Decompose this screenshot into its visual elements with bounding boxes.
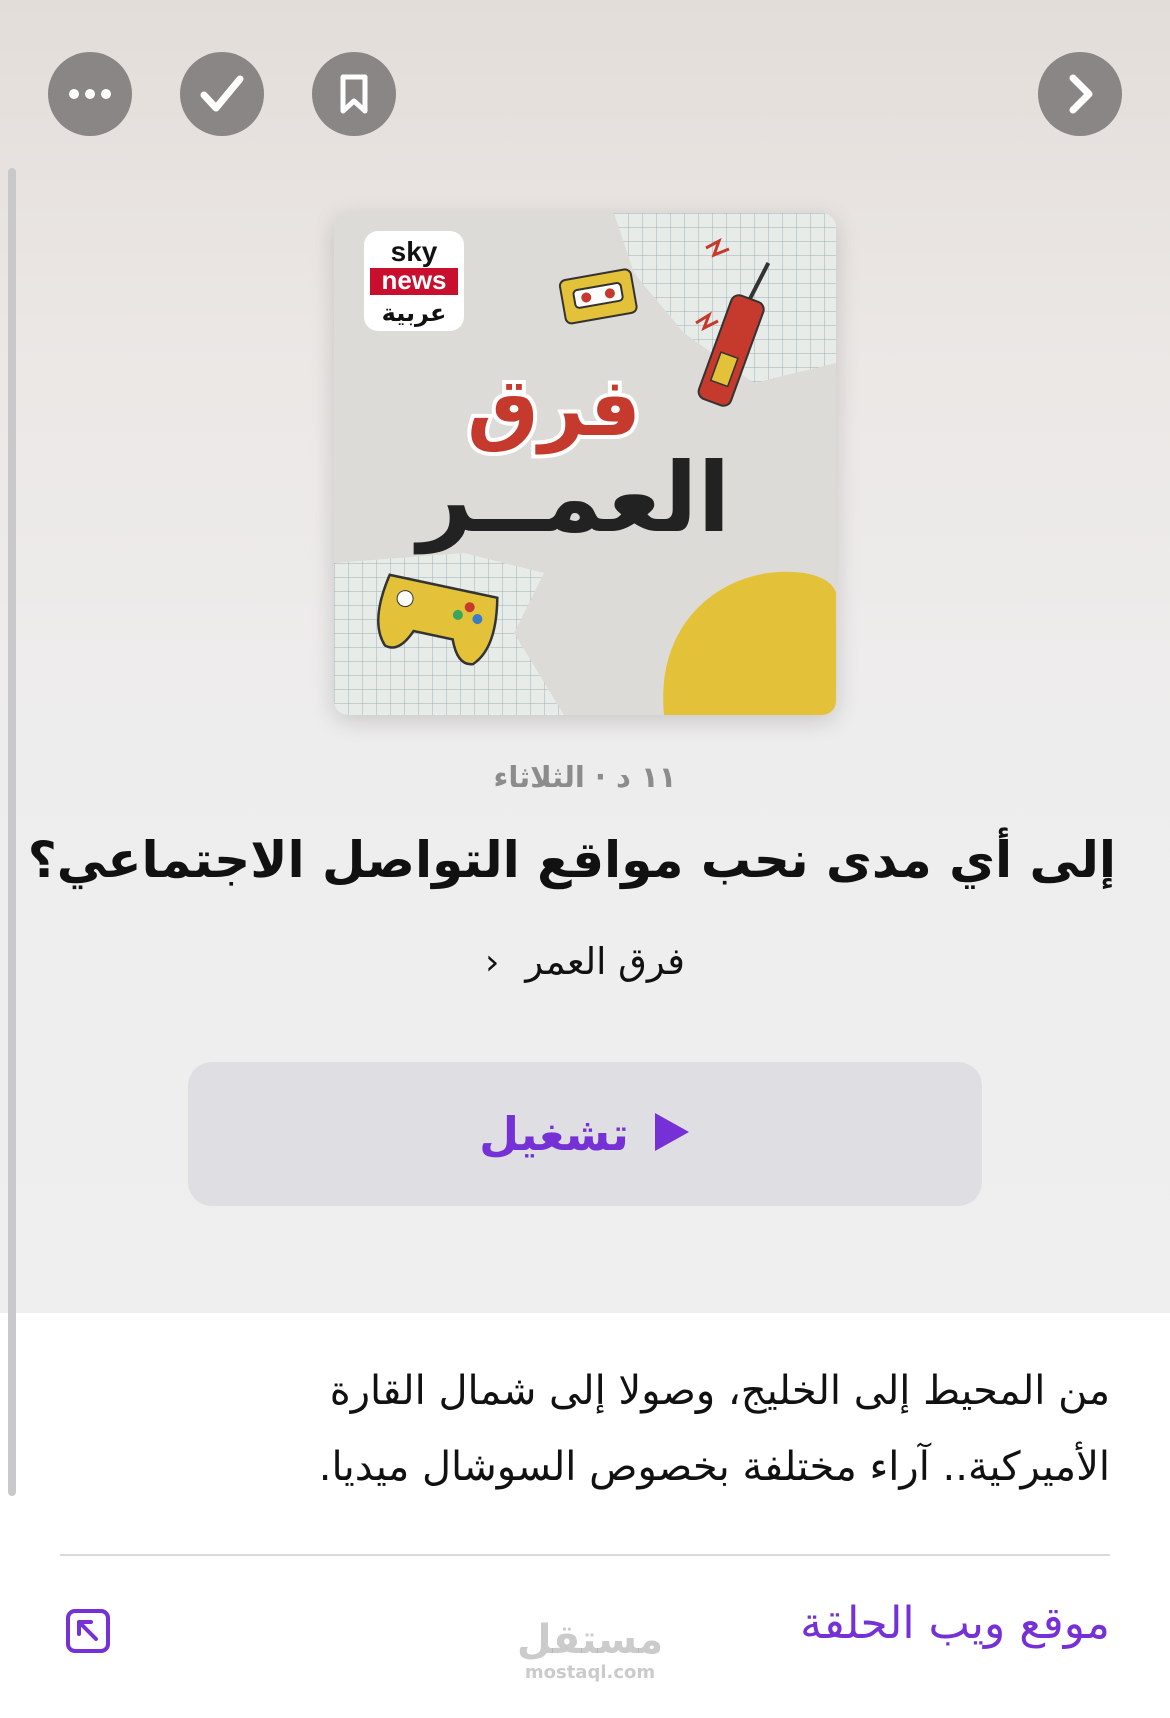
svg-text:news: news xyxy=(381,265,446,295)
ellipsis-icon xyxy=(66,87,114,101)
podcast-artwork: sky news عربية فرق العمــر xyxy=(334,213,836,715)
mark-played-button[interactable] xyxy=(180,52,264,136)
external-link-icon[interactable] xyxy=(64,1607,112,1655)
episode-title: إلى أي مدى نحب مواقع التواصل الاجتماعي؟ xyxy=(27,831,1116,889)
chevron-right-icon xyxy=(1065,73,1095,115)
svg-text:فرق: فرق xyxy=(467,361,641,455)
more-button[interactable] xyxy=(48,52,132,136)
divider xyxy=(60,1554,1110,1556)
svg-text:العمــر: العمــر xyxy=(414,442,731,554)
episode-meta: ١١ د · الثلاثاء xyxy=(493,760,677,794)
watermark-arabic: مستقل xyxy=(516,1617,664,1663)
svg-text:sky: sky xyxy=(391,236,438,267)
chevron-left-icon: ‹ xyxy=(485,942,500,983)
bookmark-icon xyxy=(339,73,369,115)
scrollbar[interactable] xyxy=(8,168,16,1496)
watermark-latin: mostaql.com xyxy=(524,1662,656,1683)
episode-description: من المحيط إلى الخليج، وصولا إلى شمال الق… xyxy=(318,1368,1110,1490)
show-link[interactable]: فرق العمر ‹ xyxy=(0,940,1170,983)
watermark: مستقل mostaql.com xyxy=(480,1618,700,1684)
svg-text:عربية: عربية xyxy=(382,299,447,327)
checkmark-icon xyxy=(200,74,244,114)
show-name: فرق العمر xyxy=(525,940,685,983)
play-button[interactable]: تشغيل xyxy=(188,1062,982,1206)
bookmark-button[interactable] xyxy=(312,52,396,136)
next-button[interactable] xyxy=(1038,52,1122,136)
play-button-label: تشغيل xyxy=(479,1107,629,1161)
sky-news-logo: sky news عربية xyxy=(364,231,464,331)
episode-website-link[interactable]: موقع ويب الحلقة xyxy=(800,1598,1110,1649)
play-icon xyxy=(651,1110,691,1158)
